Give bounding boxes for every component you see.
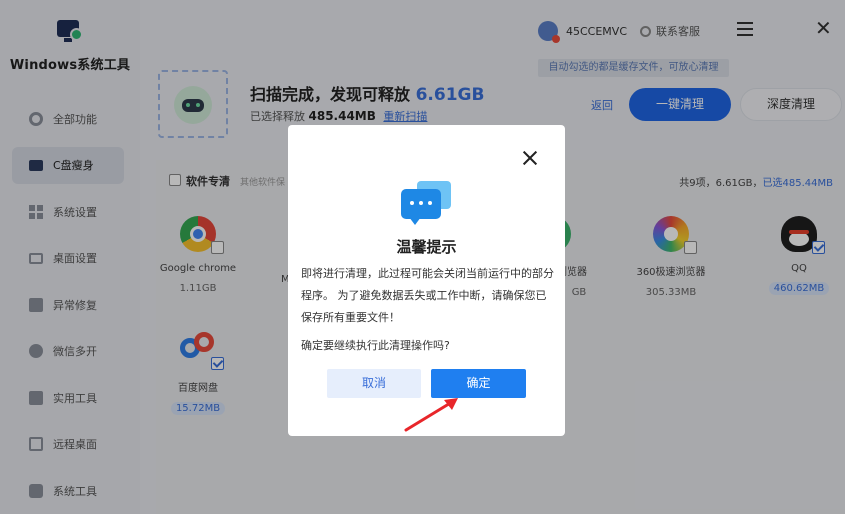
- dialog-message: 即将进行清理，此过程可能会关闭当前运行中的部分程序。 为了避免数据丢失或工作中断…: [301, 267, 554, 324]
- annotation-arrow-icon: [404, 398, 458, 432]
- close-icon[interactable]: [523, 151, 537, 165]
- dialog-question: 确定要继续执行此清理操作吗?: [301, 339, 450, 352]
- chat-bubble-icon: [401, 181, 453, 229]
- confirm-dialog: 温馨提示 即将进行清理，此过程可能会关闭当前运行中的部分程序。 为了避免数据丢失…: [288, 125, 565, 436]
- dialog-title: 温馨提示: [396, 238, 457, 256]
